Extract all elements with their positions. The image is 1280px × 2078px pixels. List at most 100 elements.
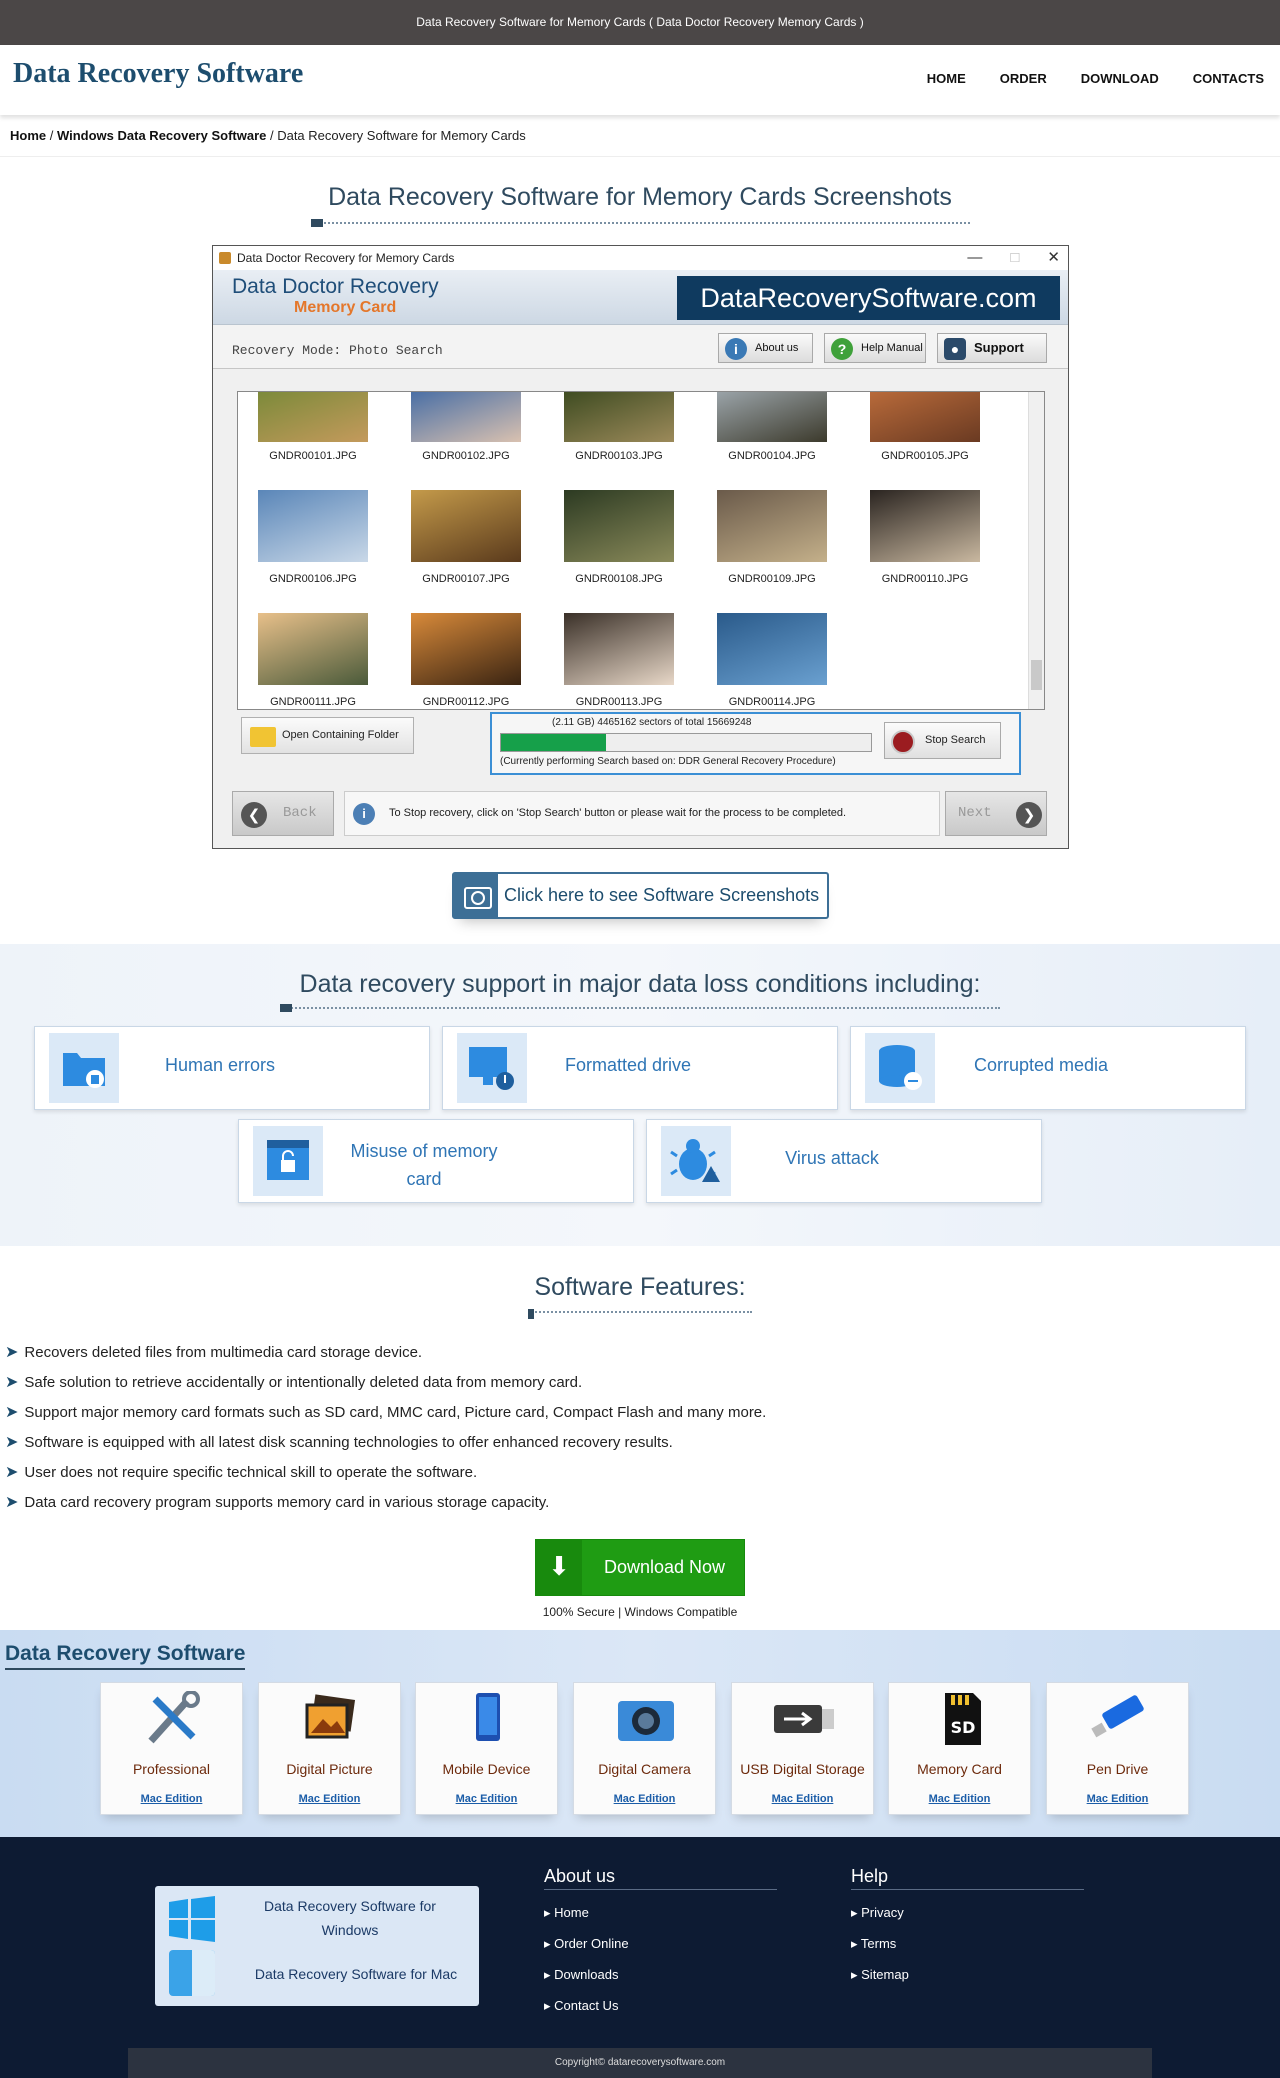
footer-link-privacy[interactable]: ▸ Privacy [851, 1905, 1084, 1921]
title-underline [311, 222, 970, 224]
photo-thumbnail[interactable] [564, 613, 674, 685]
maximize-icon[interactable]: □ [1010, 246, 1019, 270]
help-manual-button[interactable]: ? Help Manual [824, 333, 926, 363]
photo-thumbnail[interactable] [411, 613, 521, 685]
mac-edition-link[interactable]: Mac Edition [416, 1793, 557, 1805]
product-card[interactable]: Pen Drive Mac Edition [1046, 1682, 1189, 1815]
top-announcement-bar: Data Recovery Software for Memory Cards … [0, 0, 1280, 45]
download-now-button[interactable]: ⬇ Download Now [535, 1539, 745, 1596]
vertical-scrollbar[interactable] [1028, 392, 1044, 709]
product-icon [143, 1690, 203, 1746]
footer-link-terms[interactable]: ▸ Terms [851, 1936, 1084, 1952]
nav-download[interactable]: DOWNLOAD [1081, 71, 1159, 86]
product-name[interactable]: Pen Drive [1047, 1761, 1188, 1777]
recovered-files-grid[interactable]: GNDR00101.JPG GNDR00102.JPG GNDR00103.JPG G… [237, 391, 1045, 710]
product-card[interactable]: SD Memory Card Mac Edition [888, 1682, 1031, 1815]
database-error-icon [865, 1033, 935, 1103]
arrow-bullet-icon: ➤ [5, 1494, 19, 1511]
product-card[interactable]: Digital Picture Mac Edition [258, 1682, 401, 1815]
back-label: Back [283, 805, 317, 821]
photo-thumbnail[interactable] [870, 490, 980, 562]
site-logo[interactable]: Data Recovery Software [13, 58, 303, 90]
photo-thumbnail[interactable] [411, 490, 521, 562]
see-screenshots-button[interactable]: Click here to see Software Screenshots [452, 872, 829, 919]
breadcrumb-home[interactable]: Home [10, 128, 46, 143]
photo-filename: GNDR00113.JPG [575, 696, 663, 708]
recovery-mode-label: Recovery Mode: Photo Search [232, 343, 443, 358]
footer-link-home[interactable]: ▸ Home [544, 1905, 777, 1921]
product-name[interactable]: Mobile Device [416, 1761, 557, 1777]
title-underline [528, 1311, 752, 1313]
card-label: Human errors [164, 1055, 276, 1075]
app-icon [219, 252, 231, 264]
photo-thumbnail[interactable] [411, 392, 521, 442]
mac-edition-link[interactable]: Mac Edition [889, 1793, 1030, 1805]
close-icon[interactable]: ✕ [1047, 246, 1060, 270]
mac-edition-link[interactable]: Mac Edition [259, 1793, 400, 1805]
arrow-left-icon: ❮ [241, 802, 267, 828]
photo-thumbnail[interactable] [717, 392, 827, 442]
card-human-errors: Human errors [34, 1026, 430, 1110]
progress-bar [500, 733, 872, 752]
product-card[interactable]: Mobile Device Mac Edition [415, 1682, 558, 1815]
mac-software-link[interactable]: Data Recovery Software for Mac [241, 1966, 471, 1982]
mode-toolbar: Recovery Mode: Photo Search i About us ? H… [213, 325, 1068, 369]
photo-thumbnail[interactable] [717, 613, 827, 685]
nav-contacts[interactable]: CONTACTS [1193, 71, 1264, 86]
scrollbar-thumb[interactable] [1031, 660, 1042, 690]
help-title: Help [851, 1866, 1084, 1890]
support-label: Support [974, 340, 1024, 355]
nav-home[interactable]: HOME [927, 71, 966, 86]
product-card[interactable]: Professional Mac Edition [100, 1682, 243, 1815]
about-button[interactable]: i About us [718, 333, 813, 363]
app-window-title: Data Doctor Recovery for Memory Cards [237, 251, 455, 265]
photo-thumbnail[interactable] [564, 490, 674, 562]
photo-thumbnail[interactable] [258, 392, 368, 442]
footer-link-order[interactable]: ▸ Order Online [544, 1936, 777, 1952]
divider [0, 156, 1280, 157]
back-button[interactable]: ❮ Back [232, 791, 334, 836]
mac-edition-link[interactable]: Mac Edition [574, 1793, 715, 1805]
photo-thumbnail[interactable] [717, 490, 827, 562]
product-name[interactable]: Digital Camera [574, 1761, 715, 1777]
photo-thumbnail[interactable] [258, 490, 368, 562]
feature-item: ➤ Support major memory card formats such … [5, 1404, 767, 1421]
windows-logo-icon [169, 1896, 215, 1942]
breadcrumb-sep: / [266, 128, 278, 143]
product-name[interactable]: Digital Picture [259, 1761, 400, 1777]
title-underline [280, 1007, 1000, 1009]
monitor-error-icon [457, 1033, 527, 1103]
open-folder-button[interactable]: Open Containing Folder [241, 717, 414, 754]
card-label: Formatted drive [564, 1055, 692, 1075]
product-name[interactable]: Memory Card [889, 1761, 1030, 1777]
photo-thumbnail[interactable] [870, 392, 980, 442]
mac-edition-link[interactable]: Mac Edition [1047, 1793, 1188, 1805]
photo-filename: GNDR00109.JPG [728, 573, 816, 585]
minimize-icon[interactable]: — [967, 246, 982, 270]
footer-link-downloads[interactable]: ▸ Downloads [544, 1967, 777, 1983]
product-name[interactable]: USB Digital Storage [732, 1761, 873, 1777]
support-button[interactable]: ● Support [937, 333, 1047, 363]
breadcrumb-parent[interactable]: Windows Data Recovery Software [57, 128, 266, 143]
photo-thumbnail[interactable] [564, 392, 674, 442]
os-links-box: Data Recovery Software for Windows Data … [155, 1886, 479, 2006]
stop-search-button[interactable]: Stop Search [884, 722, 1001, 759]
mac-edition-link[interactable]: Mac Edition [101, 1793, 242, 1805]
product-icon [301, 1691, 361, 1746]
product-name[interactable]: Professional [101, 1761, 242, 1777]
photo-filename: GNDR00112.JPG [422, 696, 510, 708]
product-card[interactable]: Digital Camera Mac Edition [573, 1682, 716, 1815]
windows-software-link[interactable]: Data Recovery Software for Windows [245, 1894, 455, 1942]
footer-link-sitemap[interactable]: ▸ Sitemap [851, 1967, 1084, 1983]
products-title: Data Recovery Software [5, 1642, 246, 1670]
progress-fill [501, 734, 607, 751]
arrow-right-icon: ❯ [1016, 802, 1042, 828]
nav-order[interactable]: ORDER [1000, 71, 1047, 86]
product-card[interactable]: USB Digital Storage Mac Edition [731, 1682, 874, 1815]
arrow-bullet-icon: ➤ [5, 1434, 19, 1451]
photo-filename: GNDR00102.JPG [422, 450, 510, 462]
mac-edition-link[interactable]: Mac Edition [732, 1793, 873, 1805]
next-button[interactable]: Next ❯ [945, 791, 1047, 836]
photo-thumbnail[interactable] [258, 613, 368, 685]
footer-link-contact[interactable]: ▸ Contact Us [544, 1998, 777, 2014]
